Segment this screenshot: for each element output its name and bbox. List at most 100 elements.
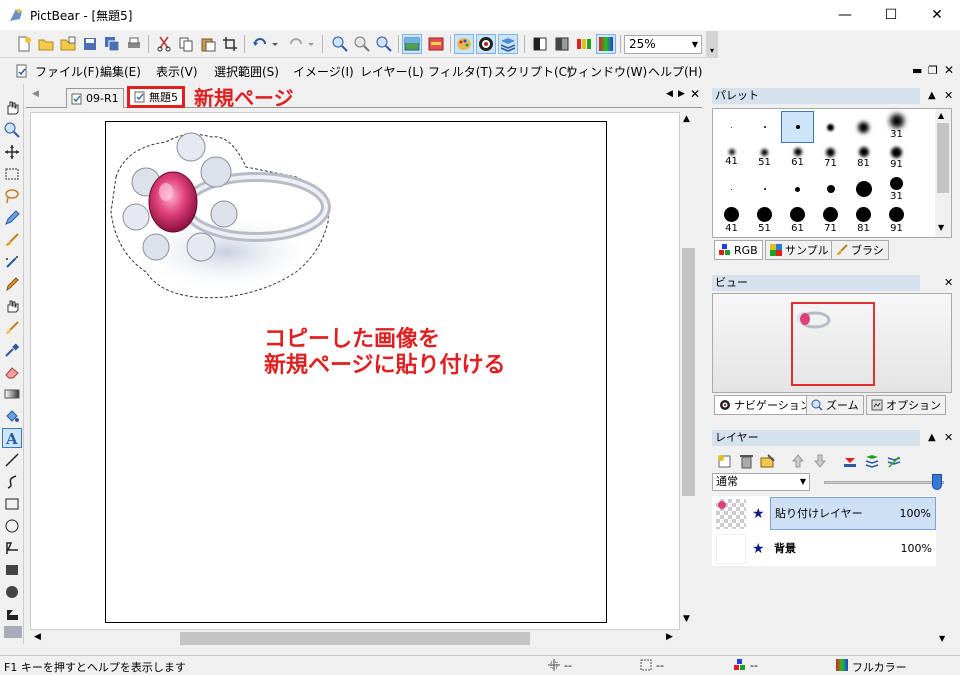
filled-ellipse-tool-icon[interactable] [2,582,22,602]
menu-image[interactable]: イメージ(I) [293,63,354,80]
new-file-icon[interactable] [14,34,34,54]
curve-tool-icon[interactable] [2,472,22,492]
layer-up-icon[interactable] [790,453,806,469]
zoom-select[interactable]: 25% ▼ [624,35,702,54]
cut-icon[interactable] [154,34,174,54]
brush-preset[interactable] [748,111,781,143]
brush-preset[interactable] [715,173,748,205]
palette-close-icon[interactable]: ✕ [944,89,953,102]
brush-preset[interactable]: 91 [880,142,913,174]
scroll-up-icon[interactable]: ▲ [683,114,690,124]
brush-preset[interactable] [781,173,814,205]
polygon-tool-icon[interactable] [2,538,22,558]
navigator-toggle-icon[interactable] [476,34,496,54]
brush-preset[interactable] [847,173,880,205]
palette-collapse-icon[interactable]: ▲ [928,90,936,101]
document-menu-icon[interactable] [14,63,30,79]
filled-polygon-tool-icon[interactable] [2,604,22,624]
palette-toggle-icon[interactable] [454,34,474,54]
layer-close-icon[interactable]: ✕ [944,431,953,444]
opacity-slider-thumb[interactable] [932,474,942,490]
fill-tool-icon[interactable] [2,406,22,426]
merge-down-icon[interactable] [842,453,858,469]
brush-preset[interactable] [781,111,814,143]
vertical-scroll-thumb[interactable] [682,248,695,496]
tab-09-r1[interactable]: 09-R1 [66,88,124,108]
delete-layer-icon[interactable] [738,453,754,469]
brush-preset[interactable]: 41 [715,204,748,236]
brush-preset[interactable]: 61 [781,142,814,174]
horizontal-scroll-thumb[interactable] [180,632,530,645]
brush-preset[interactable] [814,111,847,143]
layer-scrollbar[interactable]: ▼ [936,496,952,650]
zoom-out-icon[interactable] [352,34,372,54]
layer-collapse-icon[interactable]: ▲ [928,432,936,443]
layer-down-icon[interactable] [812,453,828,469]
tab-navigation[interactable]: ナビゲーション [714,395,816,415]
brush-tool-icon[interactable] [2,230,22,250]
brush-preset[interactable]: 91 [880,204,913,236]
pen-tool-icon[interactable] [2,274,22,294]
airbrush-tool-icon[interactable] [2,252,22,272]
tab-rgb[interactable]: RGB [714,240,763,260]
color-levels-icon[interactable] [574,34,594,54]
brush-preset[interactable] [748,173,781,205]
scroll-right-icon[interactable]: ▶ [666,632,673,642]
tab-untitled5[interactable]: 無題5 [127,86,185,108]
image-canvas[interactable]: コピーした画像を 新規ページに貼り付ける [105,121,607,623]
undo-icon[interactable] [250,34,280,54]
paste-icon[interactable] [198,34,218,54]
open-folder-icon[interactable] [36,34,56,54]
tab-zoom[interactable]: ズーム [806,395,864,415]
view-mode-icon[interactable] [426,34,446,54]
brush-preset[interactable] [847,111,880,143]
copy-icon[interactable] [176,34,196,54]
palette-scrollbar[interactable]: ▲ ▼ [935,109,951,237]
brush-preset[interactable]: 81 [847,142,880,174]
brush-preset[interactable]: 71 [814,142,847,174]
maximize-button[interactable]: ☐ [868,0,914,30]
layer-visible-star-icon[interactable]: ★ [752,506,765,522]
full-color-icon[interactable] [596,34,616,54]
menu-filter[interactable]: フィルタ(T) [428,63,492,80]
rect-select-tool-icon[interactable] [2,164,22,184]
dodge-tool-icon[interactable] [2,318,22,338]
zoom-tool-icon[interactable] [2,120,22,140]
brush-preset[interactable]: 31 [880,173,913,205]
ellipse-tool-icon[interactable] [2,516,22,536]
gradient-tool-icon[interactable] [2,384,22,404]
eraser-tool-icon[interactable] [2,362,22,382]
menu-help[interactable]: ヘルプ(H) [648,63,702,80]
toolbar-chevron-icon[interactable]: ▾ [706,31,718,58]
tab-brush[interactable]: ブラシ [831,240,889,260]
view-image-icon[interactable] [402,34,422,54]
layer-toggle-icon[interactable] [498,34,518,54]
opacity-slider[interactable] [824,481,944,484]
brush-preset[interactable]: 51 [748,204,781,236]
menu-selection[interactable]: 選択範囲(S) [214,63,279,80]
filled-rect-tool-icon[interactable] [2,560,22,580]
contrast-icon[interactable] [530,34,550,54]
merge-visible-icon[interactable] [864,453,880,469]
menu-script[interactable]: スクリプト(C) [494,63,572,80]
mdi-close-icon[interactable]: ✕ [944,63,954,77]
layer-visible-star-icon[interactable]: ★ [752,541,765,557]
scroll-left-icon[interactable]: ◀ [34,632,41,642]
redo-icon[interactable] [286,34,316,54]
tab-scroll-right-icon[interactable]: ▶ [678,89,685,99]
layer-row-pasted[interactable]: ★ 貼り付けレイヤー 100% [714,497,936,531]
new-layer-icon[interactable] [716,453,732,469]
zoom-actual-icon[interactable] [374,34,394,54]
tab-scroll-left-icon[interactable]: ◀ [666,89,673,99]
layer-row-background[interactable]: ★ 背景 100% [714,532,936,566]
layer-properties-icon[interactable] [760,453,776,469]
zoom-in-icon[interactable] [330,34,350,54]
brush-preset[interactable]: 81 [847,204,880,236]
tab-close-icon[interactable]: ✕ [690,87,700,101]
brush-preset[interactable]: 51 [748,142,781,174]
close-button[interactable]: ✕ [914,0,960,30]
menu-view[interactable]: 表示(V) [156,63,198,80]
menu-file[interactable]: ファイル(F) [35,63,99,80]
menu-layer[interactable]: レイヤー(L) [360,63,424,80]
menu-edit[interactable]: 編集(E) [100,63,141,80]
